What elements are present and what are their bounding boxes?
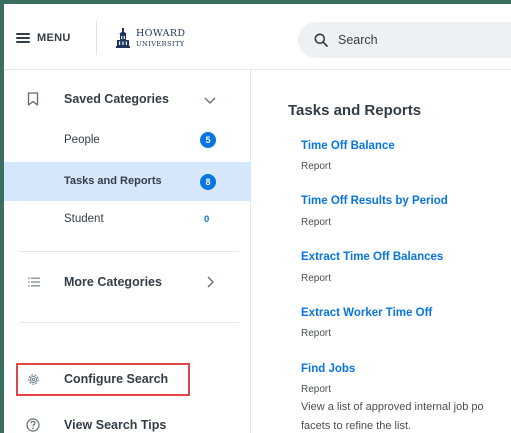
header-divider <box>96 21 97 55</box>
result-description: facets to refine the list. <box>301 420 412 432</box>
category-item-tasks-and-reports[interactable]: Tasks and Reports 8 <box>4 162 251 201</box>
university-logo[interactable]: HOWARD UNIVERSITY <box>116 28 185 48</box>
saved-categories-title: Saved Categories <box>64 92 169 106</box>
bookmark-icon <box>27 92 39 106</box>
result-type: Report <box>301 328 332 339</box>
highlight-annotation <box>16 363 190 396</box>
results-heading: Tasks and Reports <box>288 102 422 119</box>
result-type: Report <box>301 273 332 284</box>
logo-line-1: HOWARD <box>136 28 186 39</box>
category-item-people[interactable]: People 5 <box>4 125 251 155</box>
logo-text: HOWARD UNIVERSITY <box>136 29 185 47</box>
menu-label: MENU <box>37 32 71 44</box>
building-icon <box>116 28 130 48</box>
logo-line-2: UNIVERSITY <box>136 39 185 48</box>
section-divider <box>20 251 239 252</box>
category-item-student[interactable]: Student 0 <box>4 205 251 235</box>
result-link-extract-time-off-balances[interactable]: Extract Time Off Balances <box>301 251 443 263</box>
result-link-find-jobs[interactable]: Find Jobs <box>301 363 355 375</box>
result-link-time-off-balance[interactable]: Time Off Balance <box>301 140 395 152</box>
view-search-tips-row[interactable]: View Search Tips <box>4 410 251 433</box>
saved-categories-header[interactable]: Saved Categories <box>4 84 251 114</box>
app-window: MENU HOWARD UNIVERSITY Search Saved Cate… <box>4 4 511 433</box>
result-link-extract-worker-time-off[interactable]: Extract Worker Time Off <box>301 307 432 319</box>
count-badge: 0 <box>204 214 210 225</box>
category-label: Tasks and Reports <box>64 175 162 187</box>
count-badge: 8 <box>200 174 216 190</box>
more-categories-row[interactable]: More Categories <box>4 267 251 297</box>
count-badge: 5 <box>200 132 216 148</box>
search-icon <box>314 33 328 47</box>
categories-panel: Saved Categories People 5 Tasks and Repo… <box>4 70 251 433</box>
top-header: MENU HOWARD UNIVERSITY <box>4 4 511 70</box>
result-link-time-off-results-by-period[interactable]: Time Off Results by Period <box>301 195 448 207</box>
category-label: People <box>64 134 100 146</box>
chevron-right-icon <box>207 276 214 288</box>
section-divider <box>20 322 239 323</box>
chevron-down-icon[interactable] <box>204 94 216 106</box>
hamburger-icon <box>16 33 30 43</box>
search-bar[interactable] <box>298 22 511 58</box>
result-type: Report <box>301 217 332 228</box>
help-icon <box>26 418 40 432</box>
result-type: Report <box>301 161 332 172</box>
search-input[interactable] <box>338 33 498 47</box>
more-categories-label: More Categories <box>64 275 162 289</box>
search-results: Tasks and Reports Time Off Balance Repor… <box>252 70 511 433</box>
menu-button[interactable]: MENU <box>16 30 71 46</box>
result-description: View a list of approved internal job po <box>301 401 484 413</box>
category-label: Student <box>64 213 104 225</box>
list-icon <box>28 277 40 287</box>
result-type: Report <box>301 384 332 395</box>
view-search-tips-label: View Search Tips <box>64 418 167 432</box>
